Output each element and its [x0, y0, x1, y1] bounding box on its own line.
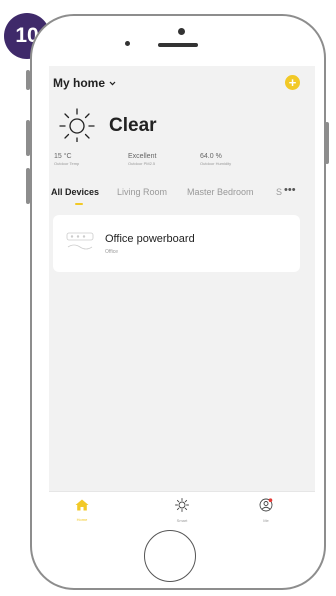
ellipsis-icon[interactable]: •••: [284, 184, 296, 196]
stat-value: Excellent: [128, 153, 157, 160]
volume-down-button: [26, 168, 30, 204]
power-button: [325, 122, 329, 164]
home-selector[interactable]: My home: [53, 76, 116, 90]
phone-home-button[interactable]: [144, 530, 196, 582]
nav-me[interactable]: Me: [246, 498, 286, 523]
stat-label: Outdoor Temp: [54, 161, 80, 166]
earpiece-speaker: [158, 43, 198, 47]
stat-outdoor-temp: 15 °C Outdoor Temp: [54, 153, 79, 166]
proximity-sensor: [125, 41, 130, 46]
stat-label: Outdoor Humidity: [200, 161, 232, 166]
nav-label: Me: [263, 518, 269, 523]
stat-outdoor-pm25: Excellent Outdoor PM2.5: [128, 153, 156, 166]
app-screen: My home + Clear 15 °C Outdoor Temp Excel…: [49, 66, 315, 525]
user-icon: [259, 498, 273, 512]
room-tabs: All Devices Living Room Master Bedroom S: [49, 187, 315, 201]
nav-smart[interactable]: Smart: [162, 498, 202, 523]
stat-label: Outdoor PM2.5: [128, 161, 156, 166]
powerboard-icon: [66, 232, 94, 250]
bottom-tab-bar: Home Smart Me: [49, 491, 315, 525]
smart-sun-icon: [175, 498, 189, 512]
device-name: Office powerboard: [105, 233, 195, 245]
plus-icon: +: [288, 75, 297, 90]
front-camera: [178, 28, 185, 35]
stat-value: 64.0 %: [200, 153, 222, 160]
tab-partial[interactable]: S: [276, 187, 282, 197]
volume-up-button: [26, 120, 30, 156]
stat-value: 15 °C: [54, 153, 72, 160]
stat-outdoor-humidity: 64.0 % Outdoor Humidity: [200, 153, 231, 166]
add-device-button[interactable]: +: [285, 75, 300, 90]
tab-master-bedroom[interactable]: Master Bedroom: [187, 187, 254, 197]
tab-all-devices[interactable]: All Devices: [51, 187, 99, 197]
chevron-down-icon: [109, 81, 116, 86]
notification-dot: [268, 498, 273, 502]
tab-living-room[interactable]: Living Room: [117, 187, 167, 197]
nav-home[interactable]: Home: [62, 498, 102, 522]
sun-icon: [59, 108, 95, 142]
mute-switch: [26, 70, 30, 90]
device-card[interactable]: Office powerboard Office: [53, 215, 300, 272]
device-room: Office: [105, 249, 118, 255]
active-tab-indicator: [75, 203, 83, 205]
home-icon: [75, 499, 89, 511]
nav-label: Home: [76, 517, 88, 522]
nav-label: Smart: [176, 518, 188, 523]
home-title: My home: [53, 76, 106, 90]
weather-condition: Clear: [109, 115, 157, 136]
